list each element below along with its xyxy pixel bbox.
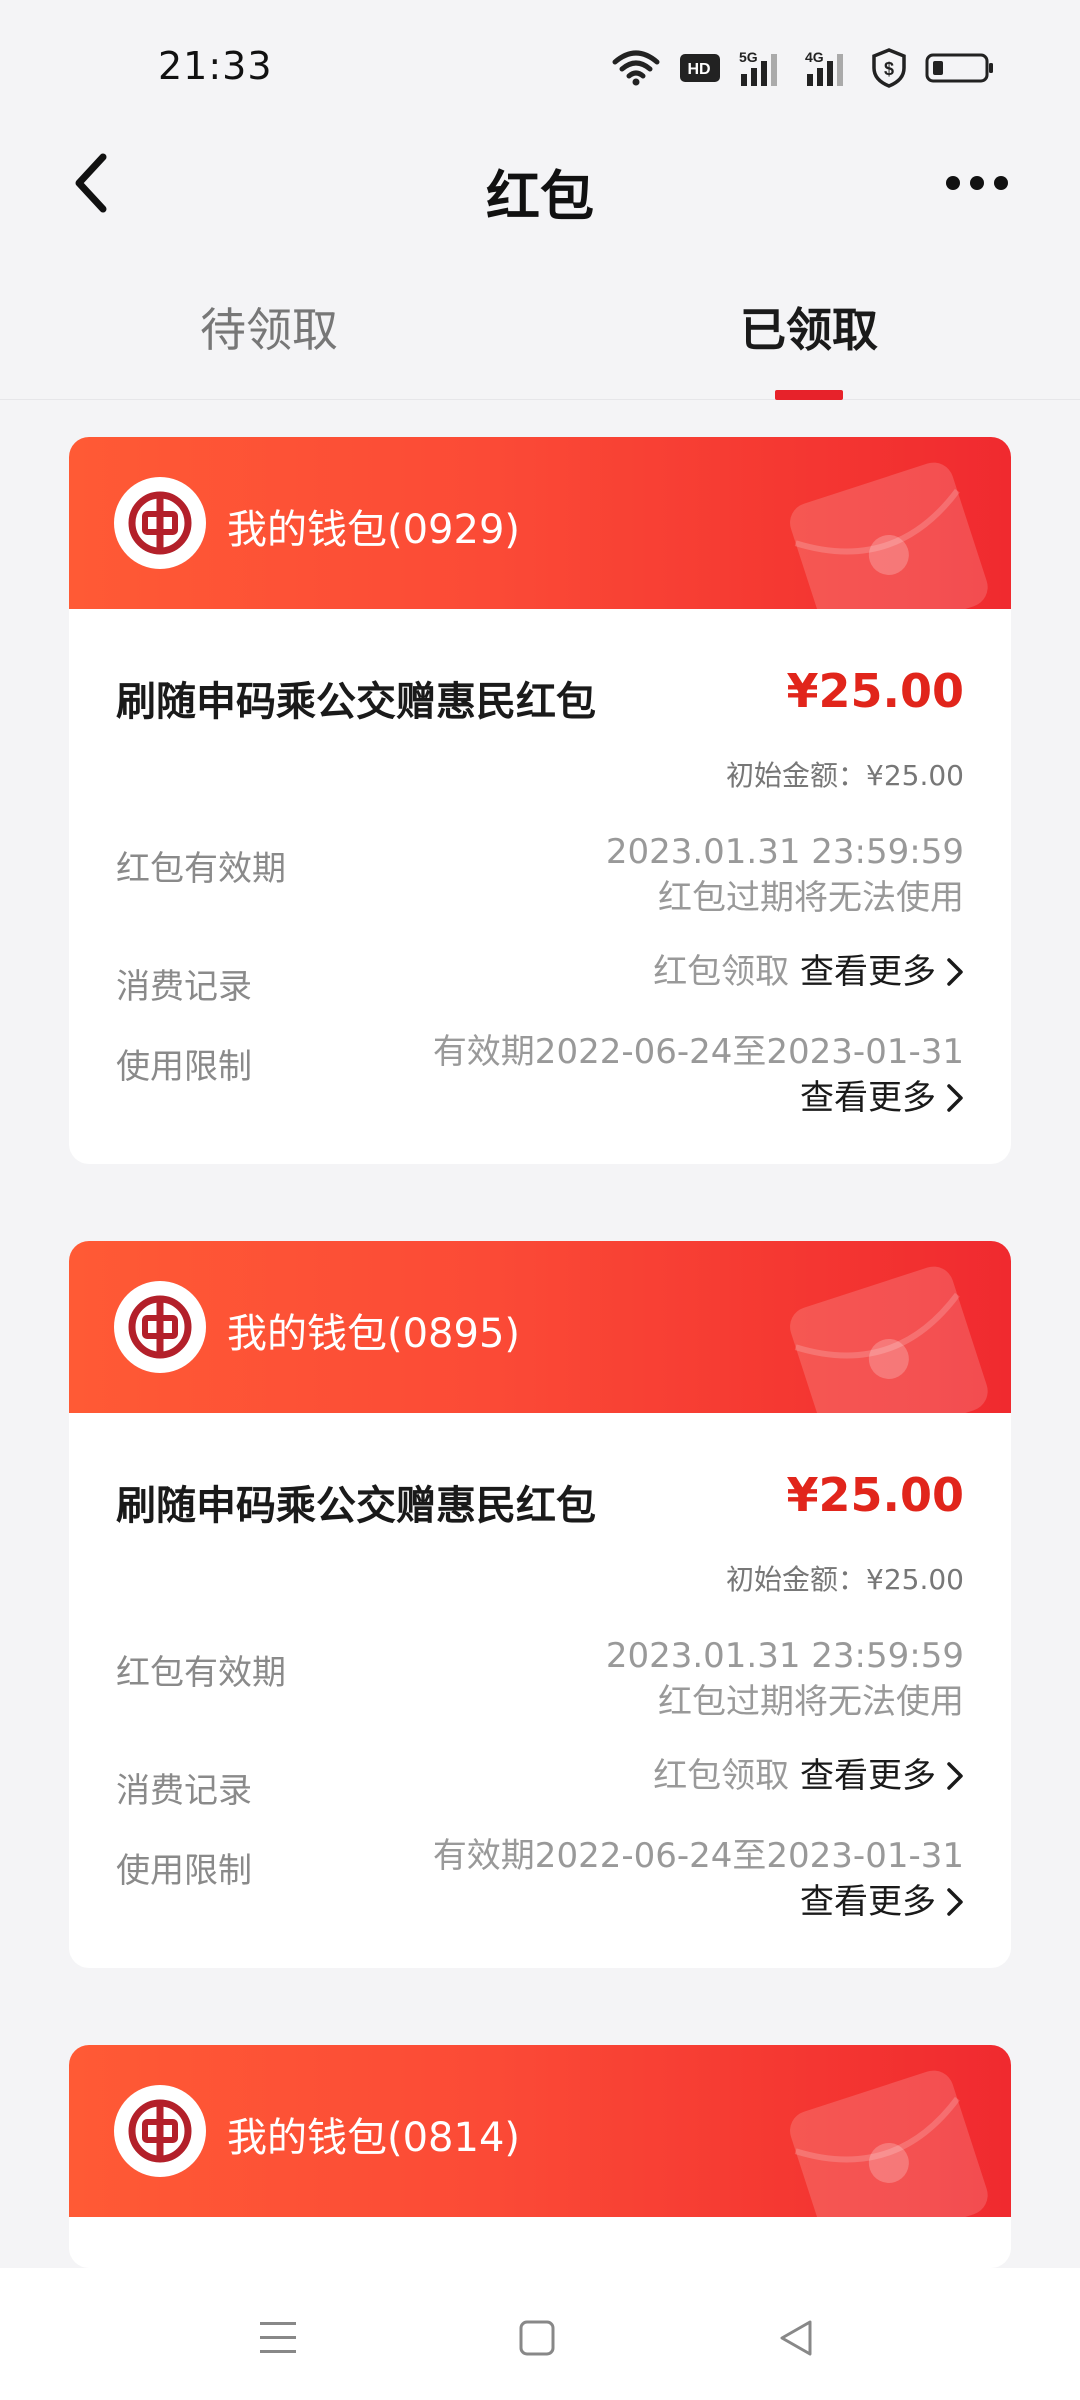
chevron-right-icon xyxy=(947,958,963,986)
amount: ¥25.00 xyxy=(786,1468,964,1522)
see-more-label: 查看更多 xyxy=(800,952,936,992)
initial-amount: 初始金额：¥25.00 xyxy=(726,759,964,792)
status-icons: HD 5G 4G $ xyxy=(611,46,995,90)
validity-value: 2023.01.31 23:59:59 红包过期将无法使用 xyxy=(606,1633,964,1725)
battery-icon xyxy=(925,52,995,84)
screen: 21:33 HD 5G 4G $ 红包 待领取 已领取 我的钱包(0929) 刷… xyxy=(0,0,1080,2400)
limit-label: 使用限制 xyxy=(116,1851,252,1891)
signal-5g-label: 5G xyxy=(739,49,758,65)
header: 红包 xyxy=(0,130,1080,240)
card-header: 我的钱包(0895) xyxy=(69,1241,1011,1421)
card-header: 我的钱包(0814) xyxy=(69,2045,1011,2225)
validity-note: 红包过期将无法使用 xyxy=(658,1682,964,1722)
record-see-more-link[interactable]: 查看更多 xyxy=(800,1753,964,1799)
signal-5g-icon: 5G xyxy=(739,48,787,88)
limit-see-more-link[interactable]: 查看更多 xyxy=(800,1075,964,1121)
card-body: 刷随申码乘公交赠惠民红包 ¥25.00 初始金额：¥25.00 红包有效期 20… xyxy=(69,609,1011,1164)
red-packet-card[interactable]: 我的钱包(0814) xyxy=(69,2045,1011,2268)
see-more-label: 查看更多 xyxy=(800,1078,936,1118)
bank-logo-icon xyxy=(114,477,206,569)
tab-indicator xyxy=(775,390,843,400)
validity-label: 红包有效期 xyxy=(116,849,286,889)
record-value: 红包领取 查看更多 xyxy=(653,1753,964,1799)
home-square-icon xyxy=(519,2320,555,2356)
limit-value: 有效期2022-06-24至2023-01-31 查看更多 xyxy=(433,1833,964,1925)
chevron-right-icon xyxy=(947,1888,963,1916)
menu-icon xyxy=(260,2322,296,2353)
more-icon-dot xyxy=(970,176,984,190)
chevron-right-icon xyxy=(947,1762,963,1790)
chevron-right-icon xyxy=(947,1084,963,1112)
limit-value: 有效期2022-06-24至2023-01-31 查看更多 xyxy=(433,1029,964,1121)
promo-title: 刷随申码乘公交赠惠民红包 xyxy=(116,1483,596,1529)
validity-date: 2023.01.31 23:59:59 xyxy=(605,832,964,872)
red-packet-card[interactable]: 我的钱包(0929) 刷随申码乘公交赠惠民红包 ¥25.00 初始金额：¥25.… xyxy=(69,437,1011,1164)
page-title: 红包 xyxy=(486,165,594,228)
record-text: 红包领取 xyxy=(653,1756,790,1796)
limit-text: 有效期2022-06-24至2023-01-31 xyxy=(432,1836,964,1876)
red-envelope-decoration-icon xyxy=(790,2070,988,2225)
security-icon: $ xyxy=(871,48,907,88)
system-nav-bar xyxy=(0,2268,1080,2400)
bank-logo-icon xyxy=(114,2085,206,2177)
wallet-name: 我的钱包(0814) xyxy=(227,2115,521,2161)
menu-button[interactable] xyxy=(248,2308,308,2368)
record-label: 消费记录 xyxy=(116,967,252,1007)
back-triangle-icon xyxy=(780,2320,812,2356)
hd-icon: HD xyxy=(679,53,721,83)
record-see-more-link[interactable]: 查看更多 xyxy=(800,949,964,995)
record-label: 消费记录 xyxy=(116,1771,252,1811)
wallet-name: 我的钱包(0929) xyxy=(227,507,521,553)
wallet-name: 我的钱包(0895) xyxy=(227,1311,521,1357)
signal-4g-label: 4G xyxy=(805,49,824,65)
promo-title: 刷随申码乘公交赠惠民红包 xyxy=(116,679,596,725)
status-bar: 21:33 HD 5G 4G $ xyxy=(0,0,1080,130)
validity-note: 红包过期将无法使用 xyxy=(658,878,964,918)
validity-label: 红包有效期 xyxy=(116,1653,286,1693)
record-text: 红包领取 xyxy=(653,952,790,992)
limit-see-more-link[interactable]: 查看更多 xyxy=(800,1879,964,1925)
bank-logo-icon xyxy=(114,1281,206,1373)
limit-text: 有效期2022-06-24至2023-01-31 xyxy=(432,1032,964,1072)
validity-value: 2023.01.31 23:59:59 红包过期将无法使用 xyxy=(606,829,964,921)
tab-pending[interactable]: 待领取 xyxy=(200,294,338,360)
svg-text:$: $ xyxy=(884,59,894,79)
record-value: 红包领取 查看更多 xyxy=(653,949,964,995)
validity-date: 2023.01.31 23:59:59 xyxy=(605,1636,964,1676)
limit-label: 使用限制 xyxy=(116,1047,252,1087)
tab-received[interactable]: 已领取 xyxy=(740,294,878,360)
more-icon-dot xyxy=(946,176,960,190)
amount: ¥25.00 xyxy=(786,664,964,718)
signal-4g-icon: 4G xyxy=(805,48,853,88)
status-time: 21:33 xyxy=(158,44,273,88)
card-header: 我的钱包(0929) xyxy=(69,437,1011,617)
back-nav-button[interactable] xyxy=(766,2308,826,2368)
hd-label: HD xyxy=(687,61,710,78)
see-more-label: 查看更多 xyxy=(800,1882,936,1922)
home-button[interactable] xyxy=(507,2308,567,2368)
see-more-label: 查看更多 xyxy=(800,1756,936,1796)
red-packet-card[interactable]: 我的钱包(0895) 刷随申码乘公交赠惠民红包 ¥25.00 初始金额：¥25.… xyxy=(69,1241,1011,1968)
card-body: 刷随申码乘公交赠惠民红包 ¥25.00 初始金额：¥25.00 红包有效期 20… xyxy=(69,1413,1011,1968)
red-envelope-decoration-icon xyxy=(790,1266,988,1421)
initial-amount: 初始金额：¥25.00 xyxy=(726,1563,964,1596)
tab-bar: 待领取 已领取 xyxy=(0,270,1080,400)
wifi-icon xyxy=(611,48,661,88)
red-envelope-decoration-icon xyxy=(790,462,988,617)
more-button[interactable] xyxy=(932,158,1022,208)
more-icon-dot xyxy=(994,176,1008,190)
